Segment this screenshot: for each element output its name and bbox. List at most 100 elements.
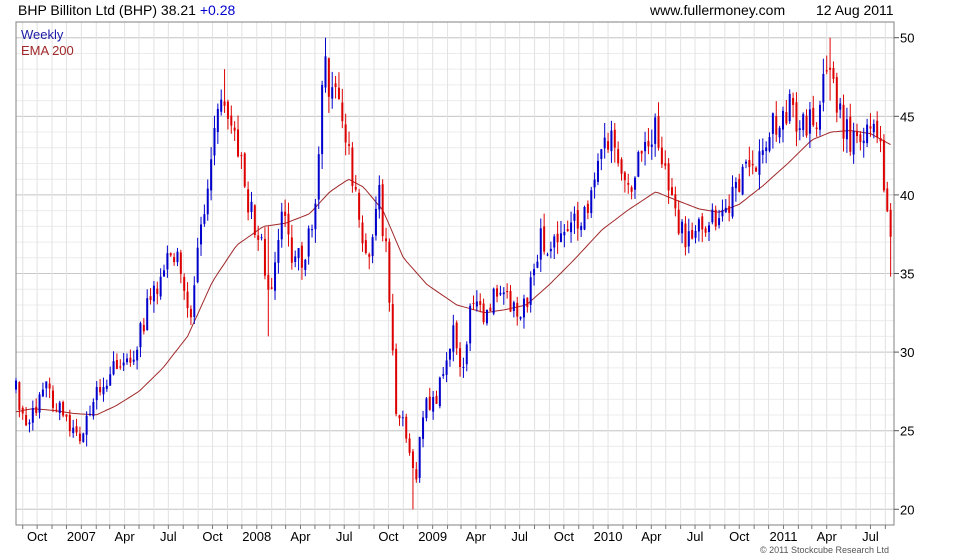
weekly-candle xyxy=(751,150,754,175)
weekly-candle xyxy=(149,288,152,305)
candle-body xyxy=(815,127,818,130)
weekly-candle xyxy=(718,209,721,229)
candle-body xyxy=(263,238,266,276)
weekly-candle xyxy=(485,309,488,326)
candle-body xyxy=(354,186,357,190)
x-tick-label: Oct xyxy=(554,529,575,544)
weekly-candle xyxy=(886,181,889,213)
weekly-candle xyxy=(331,71,334,109)
candle-body xyxy=(546,254,549,256)
candle-body xyxy=(348,144,351,146)
weekly-candle xyxy=(771,112,774,149)
candle-body xyxy=(304,259,307,270)
weekly-candle xyxy=(788,89,791,124)
candle-body xyxy=(183,276,186,291)
candle-body xyxy=(381,184,384,237)
candle-body xyxy=(812,107,815,126)
weekly-candle xyxy=(351,142,354,193)
candle-body xyxy=(775,115,778,135)
candle-body xyxy=(677,209,680,234)
weekly-candle xyxy=(220,89,223,116)
candle-body xyxy=(630,187,633,192)
weekly-candle xyxy=(358,188,361,228)
candle-body xyxy=(321,84,324,155)
x-tick-label: Apr xyxy=(466,529,487,544)
candle-body xyxy=(408,438,411,453)
weekly-candle xyxy=(644,131,647,166)
candle-body xyxy=(701,216,704,230)
candle-body xyxy=(166,253,169,270)
weekly-candle xyxy=(681,219,684,244)
candle-body xyxy=(664,163,667,166)
weekly-candle xyxy=(381,179,384,242)
candle-body xyxy=(485,309,488,324)
candle-body xyxy=(405,416,408,439)
candle-body xyxy=(179,252,182,274)
candle-body xyxy=(176,251,179,263)
candle-body xyxy=(778,127,781,138)
candle-body xyxy=(644,141,647,152)
weekly-candle xyxy=(115,353,118,370)
weekly-candle xyxy=(230,105,233,134)
weekly-candle xyxy=(31,400,34,431)
weekly-candle xyxy=(179,249,182,284)
weekly-candle xyxy=(45,381,48,398)
candle-body xyxy=(580,225,583,230)
candle-body xyxy=(126,358,129,363)
weekly-candle xyxy=(422,410,425,448)
candle-body xyxy=(825,70,828,72)
candle-body xyxy=(358,192,361,220)
weekly-candle xyxy=(792,92,795,118)
weekly-candle xyxy=(882,134,885,193)
candle-body xyxy=(280,211,283,240)
weekly-candle xyxy=(570,211,573,243)
candle-body xyxy=(371,237,374,257)
candle-body xyxy=(882,140,885,191)
candle-body xyxy=(139,323,142,348)
weekly-candle xyxy=(213,115,216,166)
candle-body xyxy=(455,322,458,349)
chart-title: BHP Billiton Ltd (BHP) 38.21 +0.28 xyxy=(18,0,235,20)
candle-body xyxy=(570,222,573,233)
candle-body xyxy=(788,93,791,122)
candle-body xyxy=(189,308,192,318)
candle-body xyxy=(38,394,41,413)
y-axis-ticks: 20 25 30 35 40 45 50 xyxy=(894,31,914,517)
weekly-candle xyxy=(553,234,556,260)
weekly-candle xyxy=(805,109,808,138)
weekly-candle xyxy=(223,69,226,113)
weekly-candle xyxy=(260,233,263,241)
candle-body xyxy=(109,374,112,386)
candle-body xyxy=(95,386,98,401)
weekly-candle xyxy=(785,99,788,126)
weekly-candle xyxy=(425,397,428,422)
weekly-candle xyxy=(300,241,303,280)
weekly-candle xyxy=(482,298,485,325)
weekly-candle xyxy=(247,181,250,221)
candle-body xyxy=(499,292,502,295)
candle-body xyxy=(250,201,253,212)
weekly-candle xyxy=(163,264,166,277)
last-price: 38.21 xyxy=(160,2,196,18)
weekly-candle xyxy=(842,94,845,152)
candle-body xyxy=(519,317,522,319)
weekly-candle xyxy=(65,414,68,422)
weekly-candle xyxy=(448,348,451,367)
candle-body xyxy=(361,222,364,244)
candle-body xyxy=(496,288,499,297)
candle-body xyxy=(105,385,108,389)
weekly-candle xyxy=(361,215,364,252)
candle-body xyxy=(869,126,872,129)
candle-body xyxy=(438,377,441,407)
candle-body xyxy=(99,387,102,393)
candle-body xyxy=(475,301,478,307)
candle-body xyxy=(311,229,314,231)
candle-body xyxy=(65,414,68,417)
weekly-candle xyxy=(21,405,24,420)
weekly-candle xyxy=(112,351,115,376)
candle-body xyxy=(543,226,546,252)
candle-body xyxy=(469,305,472,344)
candle-body xyxy=(509,290,512,312)
candle-body xyxy=(758,151,761,175)
weekly-candle xyxy=(105,379,108,392)
